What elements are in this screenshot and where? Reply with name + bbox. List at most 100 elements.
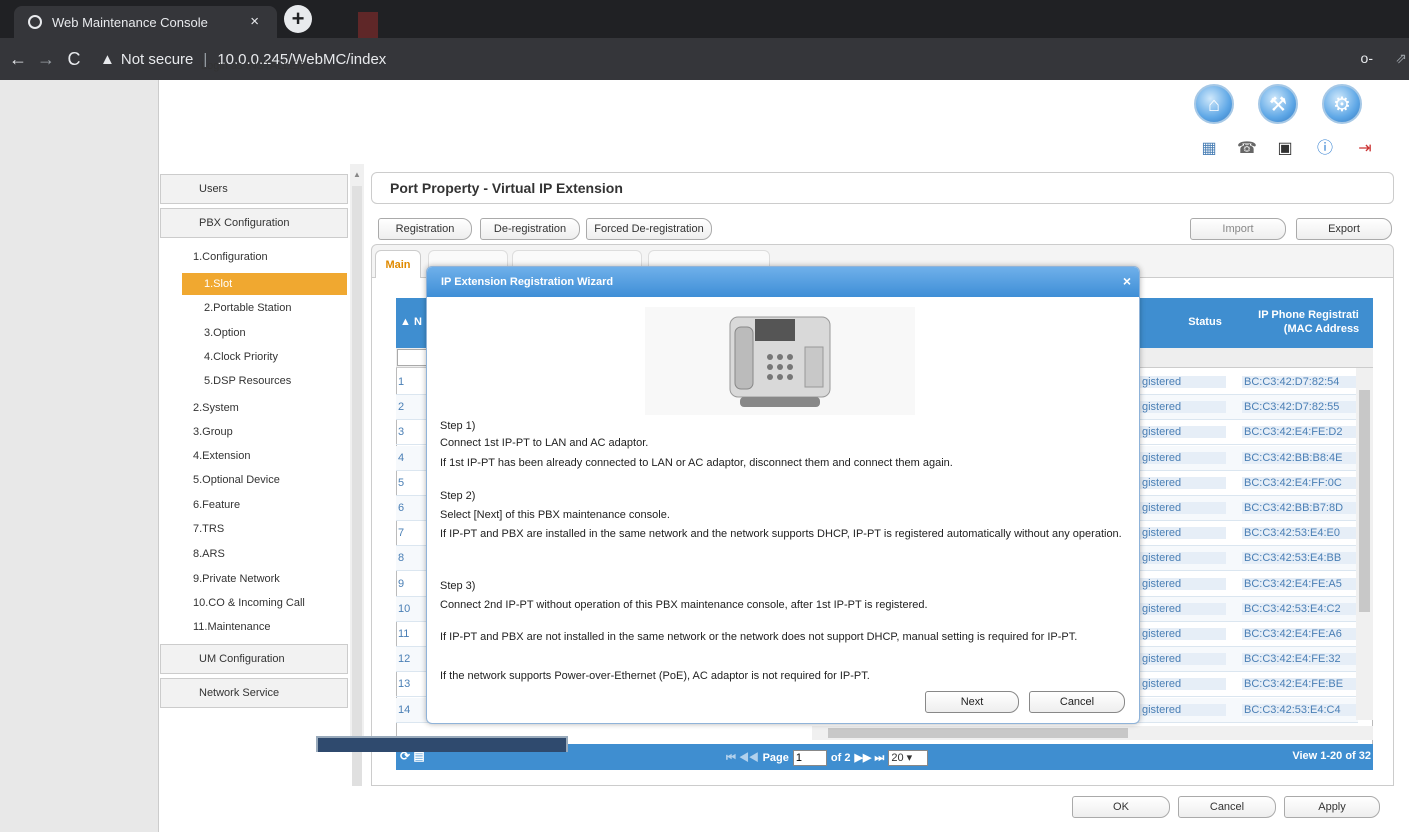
gear-icon: ⚙ <box>1333 94 1351 116</box>
ok-button[interactable]: OK <box>1072 796 1170 818</box>
sidebar-network-service[interactable]: Network Service <box>160 678 348 708</box>
calendar-icon[interactable]: ▦ <box>1198 138 1220 160</box>
sidebar-item-extension[interactable]: 4.Extension <box>193 446 250 466</box>
next-button[interactable]: Next <box>925 691 1019 713</box>
row-number: 12 <box>398 653 411 666</box>
close-icon[interactable]: × <box>1123 273 1131 289</box>
row-number: 2 <box>398 401 405 414</box>
row-number: 7 <box>398 527 405 540</box>
row-number: 3 <box>398 426 405 439</box>
share-icon[interactable]: ⇗ <box>1395 50 1407 67</box>
sidebar-item-slot[interactable]: 1.Slot <box>182 273 347 295</box>
row-number: 4 <box>398 451 405 464</box>
row-mac-address: BC:C3:42:D7:82:55 <box>1242 401 1366 414</box>
wrench-icon: ⚒ <box>1269 94 1287 116</box>
registration-button[interactable]: Registration <box>378 218 472 240</box>
save-icon[interactable]: ▣ <box>1274 138 1296 160</box>
grid-vertical-scrollbar[interactable] <box>1356 368 1373 720</box>
sidebar-users[interactable]: Users <box>160 174 348 204</box>
sidebar-pbx-configuration[interactable]: PBX Configuration <box>160 208 348 238</box>
column-header-ip-phone[interactable]: IP Phone Registrati (MAC Address <box>1244 308 1373 336</box>
cancel-button[interactable]: Cancel <box>1178 796 1276 818</box>
phone-icon[interactable]: ☎ <box>1236 138 1258 160</box>
row-status: gistered <box>1140 653 1226 666</box>
row-status: gistered <box>1140 376 1226 388</box>
sidebar-item-option[interactable]: 3.Option <box>204 323 246 343</box>
home-icon: ⌂ <box>1207 94 1221 116</box>
globe-icon <box>28 15 42 29</box>
forced-deregistration-button[interactable]: Forced De-registration <box>586 218 712 240</box>
sidebar-item-dsp-resources[interactable]: 5.DSP Resources <box>204 371 291 391</box>
row-status: gistered <box>1140 678 1226 691</box>
sidebar-scroll-thumb[interactable] <box>352 186 362 786</box>
row-mac-address: BC:C3:42:D7:82:54 <box>1242 376 1366 388</box>
sidebar-item-optional-device[interactable]: 5.Optional Device <box>193 470 280 490</box>
apply-button[interactable]: Apply <box>1284 796 1380 818</box>
sidebar-item-group[interactable]: 3.Group <box>193 422 233 442</box>
sidebar-item-private-network[interactable]: 9.Private Network <box>193 569 280 589</box>
sidebar-item-clock-priority[interactable]: 4.Clock Priority <box>204 347 278 367</box>
close-tab-icon[interactable]: × <box>250 13 259 30</box>
row-number: 8 <box>398 552 405 565</box>
import-button[interactable]: Import <box>1190 218 1286 240</box>
back-arrow-icon[interactable]: ← <box>4 49 32 70</box>
row-mac-address: BC:C3:42:BB:B7:8D <box>1242 502 1366 514</box>
sidebar-item-feature[interactable]: 6.Feature <box>193 495 240 515</box>
step2-title: Step 2) <box>440 490 476 502</box>
deregistration-button[interactable]: De-registration <box>480 218 580 240</box>
login-label: Login as INSTALLER <box>201 60 305 72</box>
sidebar-item-co-incoming[interactable]: 10.CO & Incoming Call <box>193 593 305 613</box>
step1-text-a: Connect 1st IP-PT to LAN and AC adaptor. <box>440 437 649 449</box>
sidebar-item-ars[interactable]: 8.ARS <box>193 544 225 564</box>
row-number: 10 <box>398 602 411 615</box>
sidebar-um-configuration[interactable]: UM Configuration <box>160 644 348 674</box>
tools-button[interactable]: ⚒ <box>1258 84 1298 124</box>
forward-arrow-icon[interactable]: → <box>32 49 60 70</box>
page-size-select[interactable]: 20 ▾ <box>888 750 929 766</box>
home-button[interactable]: ⌂ <box>1194 84 1234 124</box>
settings-button[interactable]: ⚙ <box>1322 84 1362 124</box>
logout-icon[interactable]: ⇥ <box>1354 138 1376 160</box>
sidebar-item-configuration[interactable]: 1.Configuration <box>193 247 268 267</box>
column-header-no[interactable]: ▲ N <box>400 316 422 328</box>
new-tab-button[interactable]: + <box>284 5 312 33</box>
row-status: gistered <box>1140 527 1226 540</box>
sidebar-item-maintenance[interactable]: 11.Maintenance <box>193 617 270 637</box>
sidebar-item-portable-station[interactable]: 2.Portable Station <box>204 298 291 318</box>
page-number-input[interactable] <box>792 750 827 766</box>
step3-text-a: Connect 2nd IP-PT without operation of t… <box>440 599 928 611</box>
row-status: gistered <box>1140 602 1226 615</box>
reload-icon[interactable]: C <box>60 49 88 70</box>
next-last-page-icon[interactable]: ▶▶ ⏭ <box>854 751 884 765</box>
scroll-up-icon[interactable]: ▲ <box>353 170 361 179</box>
row-status: gistered <box>1140 577 1226 590</box>
sidebar-scrollbar[interactable]: ▲ <box>350 164 364 786</box>
dialog-cancel-button[interactable]: Cancel <box>1029 691 1125 713</box>
address-bar: ← → C ▲ Not secure | 10.0.0.245/WebMC/in… <box>0 38 1409 80</box>
first-prev-page-icon[interactable]: ⏮ ◀◀ <box>726 752 759 765</box>
row-number: 14 <box>398 703 411 716</box>
warning-icon[interactable]: ▲ <box>100 51 115 68</box>
export-button[interactable]: Export <box>1296 218 1392 240</box>
filter-no-input[interactable] <box>397 349 427 366</box>
registration-wizard-dialog: IP Extension Registration Wizard × Step … <box>426 266 1140 724</box>
column-header-status[interactable]: Status <box>1160 316 1250 328</box>
browser-tab[interactable]: Web Maintenance Console × <box>14 6 277 38</box>
grid-hscroll-thumb[interactable] <box>828 728 1128 738</box>
step3-title: Step 3) <box>440 580 476 592</box>
row-number: 11 <box>398 628 410 640</box>
row-status: gistered <box>1140 401 1226 414</box>
sidebar-item-trs[interactable]: 7.TRS <box>193 519 224 539</box>
key-icon[interactable]: o- <box>1361 50 1373 66</box>
row-mac-address: BC:C3:42:E4:FE:32 <box>1242 653 1366 666</box>
grid-horizontal-scrollbar[interactable] <box>812 726 1373 740</box>
row-status: gistered <box>1140 426 1226 439</box>
row-number: 9 <box>398 577 405 590</box>
row-status: gistered <box>1140 451 1226 464</box>
grid-scroll-thumb[interactable] <box>1359 390 1370 612</box>
row-mac-address: BC:C3:42:E4:FE:BE <box>1242 678 1366 691</box>
sidebar-item-system[interactable]: 2.System <box>193 398 239 418</box>
tab-main[interactable]: Main <box>375 250 421 278</box>
info-icon[interactable]: ⓘ <box>1314 138 1336 160</box>
row-number: 1 <box>398 376 405 388</box>
